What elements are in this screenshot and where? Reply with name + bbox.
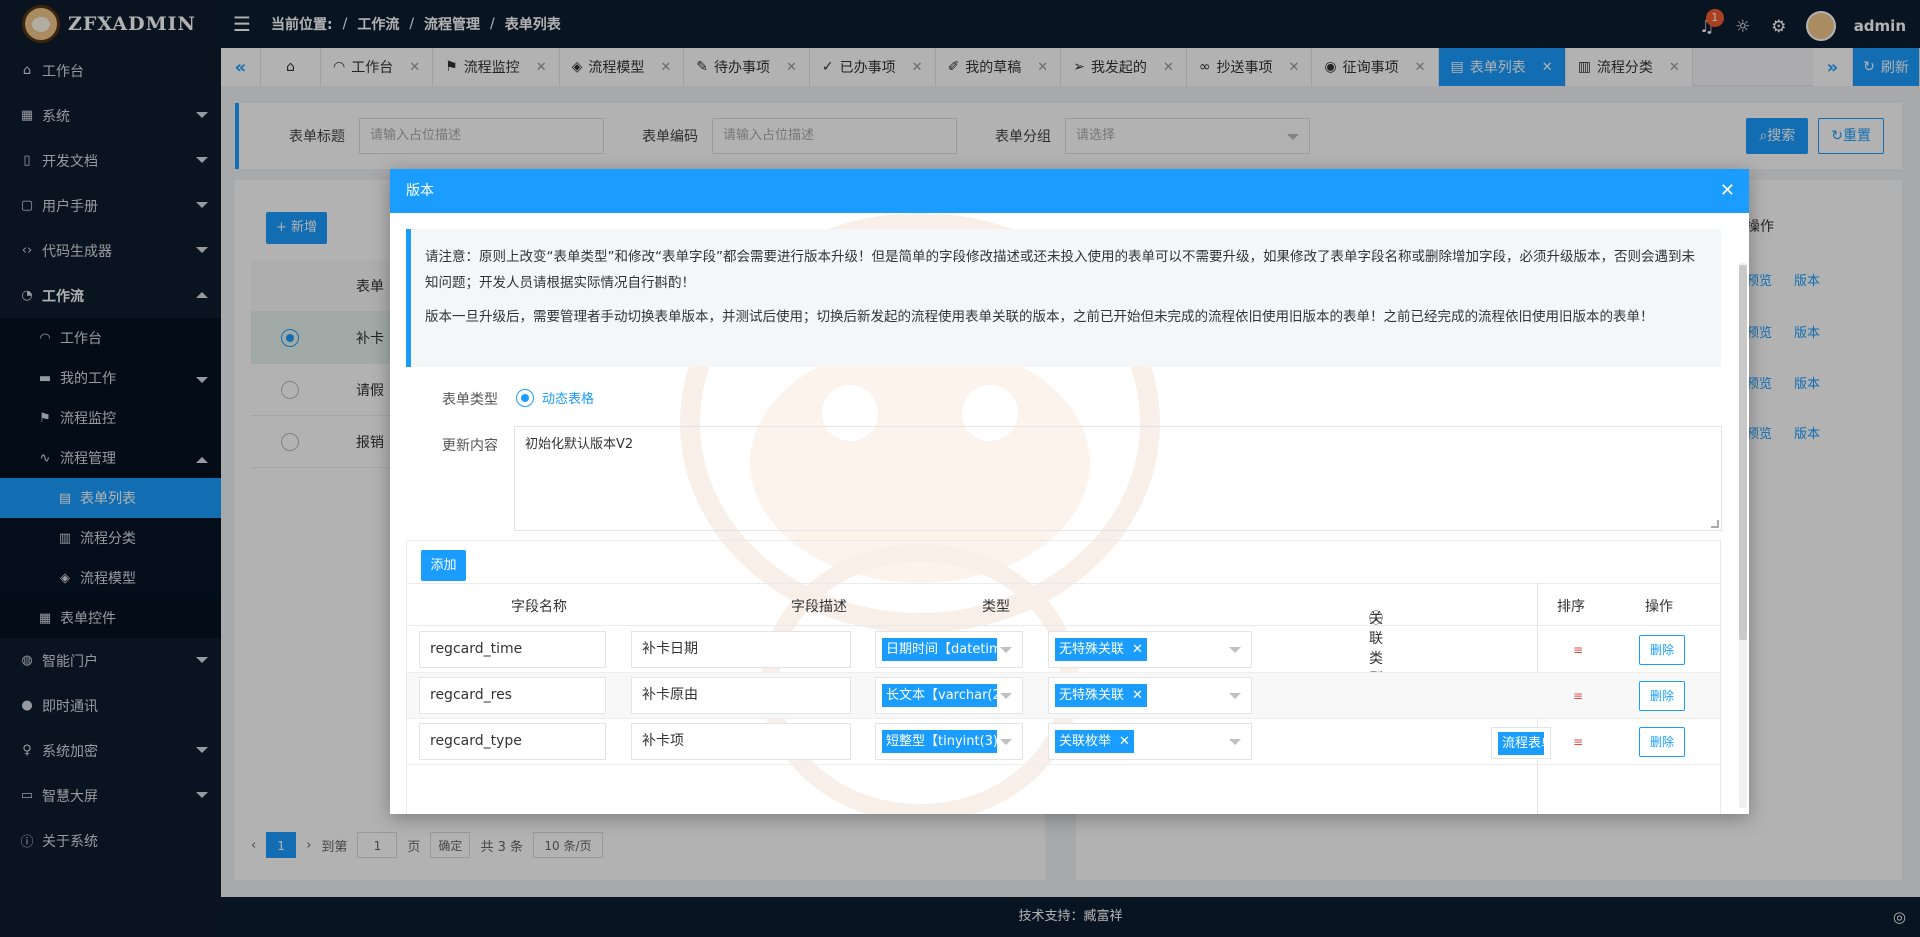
type-tag: 长文本【varchar(255)】	[882, 684, 997, 707]
sort-handle-icon[interactable]: ≡	[1573, 690, 1585, 702]
field-type-select[interactable]: 日期时间【datetime】	[875, 631, 1023, 668]
rel-target-tag: 流程表单	[1498, 732, 1544, 755]
col-sort: 排序	[1557, 599, 1585, 615]
scrollbar-thumb[interactable]	[1739, 265, 1747, 640]
info-icon[interactable]: ⓘ	[1369, 608, 1383, 628]
table-row: regcard_res 补卡原由 长文本【varchar(255)】 无特殊关联…	[407, 673, 1720, 719]
rel-tag: 无特殊关联 ✕	[1055, 638, 1147, 661]
form-type-radio[interactable]: 动态表格	[516, 388, 594, 407]
table-row: regcard_time 补卡日期 日期时间【datetime】 无特殊关联✕ …	[407, 627, 1720, 673]
add-field-button[interactable]: 添加	[421, 550, 466, 581]
tag-remove-icon[interactable]: ✕	[1119, 734, 1130, 749]
col-field-name: 字段名称	[511, 599, 567, 615]
col-operation: 操作	[1645, 599, 1673, 615]
sort-handle-icon[interactable]: ≡	[1573, 736, 1585, 748]
rel-tag-label: 无特殊关联	[1059, 688, 1125, 703]
field-type-select[interactable]: 短整型【tinyint(3)】	[875, 723, 1023, 760]
update-content-label: 更新内容	[442, 438, 498, 454]
version-dialog: 版本 ✕ 请注意：原则上改变“表单类型”和修改“表单字段”都会需要进行版本升级！…	[390, 169, 1749, 814]
rel-target-select[interactable]: 流程表单	[1491, 727, 1551, 759]
field-name-input[interactable]: regcard_res	[419, 677, 606, 714]
dialog-header: 版本 ✕	[390, 169, 1749, 213]
tag-remove-icon[interactable]: ✕	[1132, 688, 1143, 703]
delete-button[interactable]: 删除	[1639, 635, 1685, 665]
delete-button[interactable]: 删除	[1639, 681, 1685, 711]
update-content-textarea[interactable]: 初始化默认版本V2	[514, 426, 1722, 531]
field-name-input[interactable]: regcard_time	[419, 631, 606, 668]
field-name-input[interactable]: regcard_type	[419, 723, 606, 760]
dialog-scrollbar[interactable]	[1739, 263, 1747, 808]
field-desc-input[interactable]: 补卡项	[631, 723, 851, 760]
col-field-desc: 字段描述	[791, 599, 847, 615]
field-table-header: 字段名称 字段描述 类型 关联类型ⓘ 排序 操作	[407, 583, 1720, 687]
table-row: regcard_type 补卡项 短整型【tinyint(3)】 关联枚举 ✕ 流…	[407, 719, 1720, 765]
sort-handle-icon[interactable]: ≡	[1573, 644, 1585, 656]
rel-tag-label: 关联枚举	[1059, 734, 1112, 749]
close-icon[interactable]: ✕	[1720, 169, 1735, 213]
dialog-title: 版本	[406, 183, 434, 199]
field-desc-input[interactable]: 补卡日期	[631, 631, 851, 668]
rel-type-select[interactable]: 无特殊关联 ✕	[1048, 677, 1252, 714]
type-tag: 日期时间【datetime】	[882, 638, 997, 661]
form-type-label: 表单类型	[442, 392, 498, 408]
type-tag: 短整型【tinyint(3)】	[882, 730, 997, 753]
radio-selected-icon[interactable]	[516, 388, 534, 407]
rel-tag: 无特殊关联 ✕	[1055, 684, 1147, 707]
notice-paragraph: 请注意：原则上改变“表单类型”和修改“表单字段”都会需要进行版本升级！但是简单的…	[425, 249, 1695, 291]
field-desc-input[interactable]: 补卡原由	[631, 677, 851, 714]
rel-type-select[interactable]: 关联枚举 ✕	[1048, 723, 1252, 760]
tag-remove-icon[interactable]: ✕	[1132, 642, 1143, 657]
textarea-value: 初始化默认版本V2	[525, 437, 634, 452]
rel-type-select[interactable]: 无特殊关联 ✕	[1048, 631, 1252, 668]
field-type-select[interactable]: 长文本【varchar(255)】	[875, 677, 1023, 714]
upgrade-notice: 请注意：原则上改变“表单类型”和修改“表单字段”都会需要进行版本升级！但是简单的…	[406, 229, 1721, 367]
rel-tag-label: 无特殊关联	[1059, 642, 1125, 657]
delete-button[interactable]: 删除	[1639, 727, 1685, 757]
field-table: 添加 字段名称 字段描述 类型 关联类型ⓘ 排序 操作 regcard_time…	[406, 540, 1721, 814]
dialog-body: 请注意：原则上改变“表单类型”和修改“表单字段”都会需要进行版本升级！但是简单的…	[390, 213, 1749, 814]
notice-paragraph: 版本一旦升级后，需要管理者手动切换表单版本，并测试后使用；切换后新发起的流程使用…	[425, 309, 1654, 325]
rel-tag: 关联枚举 ✕	[1055, 730, 1134, 753]
resize-grip-icon[interactable]	[1711, 520, 1719, 528]
form-type-value: 动态表格	[542, 392, 595, 407]
col-type: 类型	[982, 599, 1010, 615]
